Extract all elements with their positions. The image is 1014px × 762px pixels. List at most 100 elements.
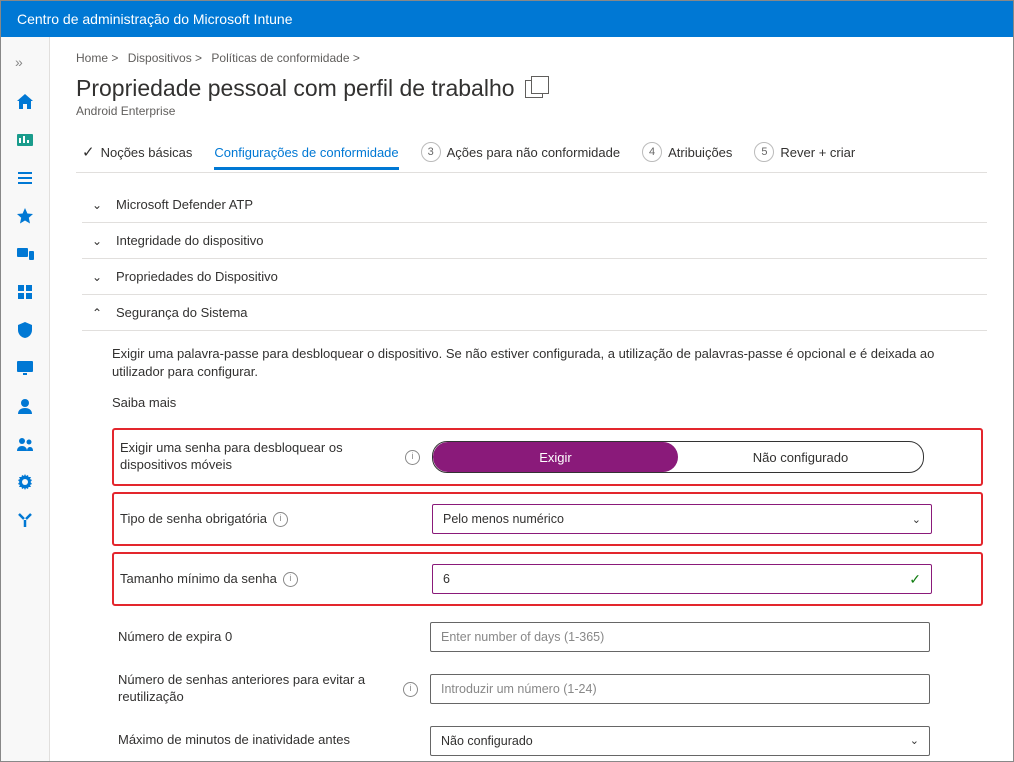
chevron-down-icon: ⌄: [910, 734, 919, 747]
section-security[interactable]: ⌃ Segurança do Sistema: [82, 295, 987, 331]
learn-more-link[interactable]: Saiba mais: [112, 395, 983, 410]
section-integrity-label: Integridade do dispositivo: [116, 233, 263, 248]
step-assignments-label: Atribuições: [668, 145, 732, 160]
header-title: Centro de administração do Microsoft Int…: [17, 11, 292, 27]
row-password-type: Tipo de senha obrigatória i Pelo menos n…: [112, 492, 983, 546]
step-num-3: 3: [421, 142, 441, 162]
security-description: Exigir uma palavra-passe para desbloquea…: [112, 345, 983, 381]
require-password-control: Exigir Não configurado: [432, 441, 975, 473]
sidebar-settings[interactable]: [5, 463, 45, 501]
breadcrumb-devices[interactable]: Dispositivos >: [128, 51, 202, 65]
check-icon: ✓: [82, 143, 95, 161]
min-length-input[interactable]: 6 ✓: [432, 564, 932, 594]
password-type-value: Pelo menos numérico: [443, 512, 564, 526]
header-bar: Centro de administração do Microsoft Int…: [1, 1, 1013, 37]
page-title: Propriedade pessoal com perfil de trabal…: [76, 75, 515, 102]
row-require-password: Exigir uma senha para desbloquear os dis…: [112, 428, 983, 486]
sidebar-devices[interactable]: [5, 235, 45, 273]
home-icon: [15, 92, 35, 112]
expire-control: Enter number of days (1-365): [430, 622, 977, 652]
previous-input[interactable]: Introduzir um número (1-24): [430, 674, 930, 704]
chevron-down-icon: ⌄: [912, 513, 921, 526]
step-noncompliance[interactable]: 3 Ações para não conformidade: [421, 142, 620, 172]
require-password-label: Exigir uma senha para desbloquear os dis…: [120, 440, 420, 474]
dashboard-icon: [15, 130, 35, 150]
section-defender-label: Microsoft Defender ATP: [116, 197, 253, 212]
expand-icon: »: [15, 54, 35, 74]
sidebar-dashboard[interactable]: [5, 121, 45, 159]
sidebar-users[interactable]: [5, 387, 45, 425]
min-length-control: 6 ✓: [432, 564, 975, 594]
min-length-value: 6: [443, 572, 450, 586]
toggle-require[interactable]: Exigir: [433, 442, 678, 472]
step-review-label: Rever + criar: [780, 145, 855, 160]
inactivity-select[interactable]: Não configurado ⌄: [430, 726, 930, 756]
accordion: ⌄ Microsoft Defender ATP ⌄ Integridade d…: [82, 187, 987, 761]
password-type-select[interactable]: Pelo menos numérico ⌄: [432, 504, 932, 534]
section-integrity[interactable]: ⌄ Integridade do dispositivo: [82, 223, 987, 259]
step-compliance-label: Configurações de conformidade: [214, 145, 398, 160]
inactivity-control: Não configurado ⌄: [430, 726, 977, 756]
sidebar: »: [1, 37, 50, 761]
sidebar-endpoint[interactable]: [5, 311, 45, 349]
group-icon: [15, 434, 35, 454]
breadcrumb-policies[interactable]: Políticas de conformidade >: [211, 51, 359, 65]
password-type-label: Tipo de senha obrigatória i: [120, 511, 420, 528]
sidebar-list[interactable]: [5, 159, 45, 197]
monitor-icon: [15, 358, 35, 378]
step-review[interactable]: 5 Rever + criar: [754, 142, 855, 172]
password-type-control: Pelo menos numérico ⌄: [432, 504, 975, 534]
breadcrumb: Home > Dispositivos > Políticas de confo…: [76, 51, 987, 65]
section-security-label: Segurança do Sistema: [116, 305, 248, 320]
sidebar-favorites[interactable]: [5, 197, 45, 235]
sidebar-home[interactable]: [5, 83, 45, 121]
inactivity-value: Não configurado: [441, 734, 533, 748]
row-inactivity: Máximo de minutos de inatividade antes N…: [112, 716, 983, 761]
step-num-5: 5: [754, 142, 774, 162]
check-icon: ✓: [909, 571, 921, 588]
step-compliance[interactable]: Configurações de conformidade: [214, 145, 398, 170]
previous-placeholder: Introduzir um número (1-24): [441, 682, 597, 696]
devices-icon: [15, 244, 35, 264]
page-title-row: Propriedade pessoal com perfil de trabal…: [76, 75, 987, 102]
chevron-up-icon: ⌃: [92, 306, 104, 320]
star-icon: [15, 206, 35, 226]
breadcrumb-home[interactable]: Home >: [76, 51, 118, 65]
section-defender[interactable]: ⌄ Microsoft Defender ATP: [82, 187, 987, 223]
user-icon: [15, 396, 35, 416]
expire-placeholder: Enter number of days (1-365): [441, 630, 604, 644]
chevron-down-icon: ⌄: [92, 234, 104, 248]
info-icon[interactable]: i: [273, 512, 288, 527]
inactivity-label: Máximo de minutos de inatividade antes: [118, 732, 418, 749]
min-length-label: Tamanho mínimo da senha i: [120, 571, 420, 588]
info-icon[interactable]: i: [403, 682, 418, 697]
apps-icon: [15, 282, 35, 302]
section-properties[interactable]: ⌄ Propriedades do Dispositivo: [82, 259, 987, 295]
sidebar-monitor[interactable]: [5, 349, 45, 387]
previous-label: Número de senhas anteriores para evitar …: [118, 672, 418, 706]
row-min-length: Tamanho mínimo da senha i 6 ✓: [112, 552, 983, 606]
sidebar-tools[interactable]: [5, 501, 45, 539]
toggle-not-configured[interactable]: Não configurado: [678, 442, 923, 472]
shield-icon: [15, 320, 35, 340]
sidebar-groups[interactable]: [5, 425, 45, 463]
main-content: Home > Dispositivos > Políticas de confo…: [50, 37, 1013, 761]
copy-icon[interactable]: [525, 80, 543, 98]
info-icon[interactable]: i: [283, 572, 298, 587]
page-subtitle: Android Enterprise: [76, 104, 987, 118]
sidebar-apps[interactable]: [5, 273, 45, 311]
step-num-4: 4: [642, 142, 662, 162]
step-assignments[interactable]: 4 Atribuições: [642, 142, 732, 172]
wizard-steps: ✓ Noções básicas Configurações de confor…: [76, 142, 987, 173]
chevron-down-icon: ⌄: [92, 198, 104, 212]
sidebar-expand[interactable]: »: [5, 45, 45, 83]
expire-label: Número de expira 0: [118, 629, 418, 646]
chevron-down-icon: ⌄: [92, 270, 104, 284]
expire-input[interactable]: Enter number of days (1-365): [430, 622, 930, 652]
step-basics-label: Noções básicas: [101, 145, 193, 160]
gear-icon: [15, 472, 35, 492]
step-basics[interactable]: ✓ Noções básicas: [82, 143, 192, 171]
body: »: [1, 37, 1013, 761]
info-icon[interactable]: i: [405, 450, 420, 465]
require-password-toggle[interactable]: Exigir Não configurado: [432, 441, 924, 473]
